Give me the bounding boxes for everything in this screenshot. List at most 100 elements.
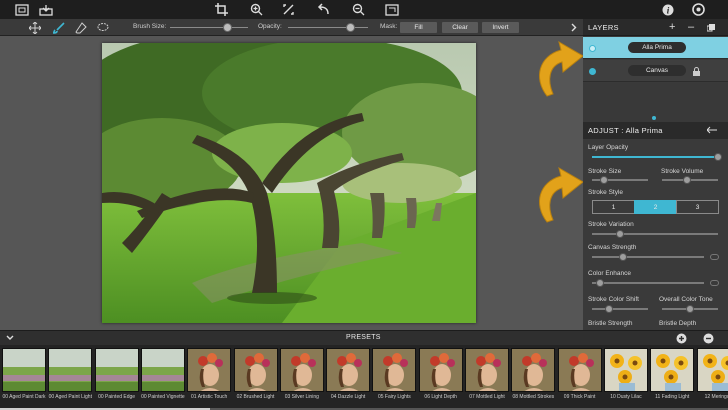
layer-visibility-dot[interactable] — [589, 68, 596, 75]
stroke-volume-knob[interactable] — [683, 176, 692, 184]
canvas-strength-knob[interactable] — [619, 253, 628, 261]
stroke-variation-knob[interactable] — [615, 230, 624, 238]
canvas-area — [0, 36, 584, 330]
panel-divider-handle[interactable] — [652, 116, 656, 120]
stroke-size-knob[interactable] — [600, 176, 609, 184]
link-toggle-icon[interactable] — [710, 280, 719, 286]
crop-icon[interactable] — [213, 2, 229, 17]
stroke-color-shift-knob[interactable] — [604, 305, 613, 313]
layers-header: LAYERS + – — [583, 19, 728, 36]
right-panel: LAYERS + – Alla Prima Canvas ADJUST : Al… — [583, 19, 728, 330]
preset-thumbnail[interactable] — [603, 348, 648, 392]
preset-thumbnail[interactable] — [233, 348, 278, 392]
painted-image[interactable] — [102, 43, 476, 323]
preset-thumbnail[interactable] — [187, 348, 232, 392]
duplicate-layer-icon[interactable] — [707, 24, 715, 32]
brush-size-slider-knob[interactable] — [222, 23, 232, 32]
annotation-arrow-adjust — [539, 166, 584, 223]
invert-mask-button[interactable]: Invert — [482, 22, 519, 33]
info-icon[interactable]: i — [660, 2, 676, 17]
preset-item[interactable]: 08 Mottled Strokes — [511, 348, 556, 410]
layer-opacity-knob[interactable] — [714, 153, 722, 161]
chevron-down-icon[interactable] — [6, 335, 14, 341]
layer-visibility-dot[interactable] — [589, 45, 596, 52]
preset-label: 03 Silver Lining — [284, 394, 319, 400]
brush-size-slider-track[interactable] — [170, 27, 248, 28]
overall-color-tone-knob[interactable] — [686, 305, 694, 313]
stroke-variation-track[interactable] — [592, 233, 718, 235]
stroke-style-option-2[interactable]: 2 — [634, 200, 677, 214]
preset-item[interactable]: 11 Fading Light — [650, 348, 695, 410]
preset-item[interactable]: 12 Meringue — [696, 348, 728, 410]
preset-thumbnail[interactable] — [94, 348, 139, 392]
layer-row-alla-prima[interactable]: Alla Prima — [583, 37, 728, 59]
preset-thumbnail[interactable] — [511, 348, 556, 392]
preset-item[interactable]: 03 Silver Lining — [279, 348, 324, 410]
color-enhance-knob[interactable] — [595, 279, 604, 287]
presets-strip: 00 Aged Paint Dark 00 Aged Paint Light 00 … — [0, 345, 728, 410]
adjust-header: ADJUST : Alla Prima — [583, 122, 728, 139]
preset-thumbnail[interactable] — [696, 348, 728, 392]
preset-thumbnail[interactable] — [48, 348, 93, 392]
preset-item[interactable]: 02 Brushed Light — [233, 348, 278, 410]
fit-screen-icon[interactable] — [384, 2, 400, 17]
opacity-slider-knob[interactable] — [346, 23, 356, 32]
save-icon[interactable] — [38, 2, 54, 17]
remove-layer-icon[interactable]: – — [688, 21, 694, 33]
remove-preset-icon[interactable] — [703, 333, 714, 344]
preset-thumbnail[interactable] — [557, 348, 602, 392]
preset-thumbnail[interactable] — [140, 348, 185, 392]
clear-mask-button[interactable]: Clear — [442, 22, 478, 33]
preset-label: 08 Mottled Strokes — [512, 394, 555, 400]
preset-thumbnail[interactable] — [372, 348, 417, 392]
preset-item[interactable]: 09 Thick Paint — [557, 348, 602, 410]
lasso-tool-icon[interactable] — [96, 20, 110, 35]
adjust-options-icon[interactable] — [707, 126, 717, 135]
preset-thumbnail[interactable] — [326, 348, 371, 392]
stroke-color-shift-track[interactable] — [592, 308, 648, 310]
opacity-slider-track[interactable] — [288, 27, 368, 28]
preset-item[interactable]: 04 Dazzle Light — [326, 348, 371, 410]
move-tool-icon[interactable] — [28, 20, 42, 35]
preset-thumbnail[interactable] — [465, 348, 509, 392]
app-window: i Brush Size: Opacity: Mask: Fill Clear … — [0, 0, 728, 410]
preset-thumbnail[interactable] — [2, 348, 46, 392]
fit-icon[interactable] — [280, 2, 296, 17]
stroke-style-option-3[interactable]: 3 — [676, 200, 719, 214]
annotation-arrow-layers — [539, 40, 584, 97]
preset-label: 00 Painted Vignette — [141, 394, 185, 400]
brush-tool-icon[interactable] — [52, 20, 66, 35]
link-toggle-icon[interactable] — [710, 254, 719, 260]
preset-label: 04 Dazzle Light — [330, 394, 366, 400]
layer-opacity-label: Layer Opacity — [588, 144, 629, 151]
eraser-tool-icon[interactable] — [74, 20, 88, 35]
top-toolbar: i — [0, 0, 728, 19]
preset-item[interactable]: 00 Painted Edge — [94, 348, 139, 410]
add-preset-icon[interactable] — [676, 333, 687, 344]
preset-thumbnail[interactable] — [418, 348, 463, 392]
chevron-right-icon[interactable] — [570, 20, 578, 35]
add-layer-icon[interactable]: + — [669, 21, 675, 33]
preset-item[interactable]: 00 Painted Vignette — [140, 348, 185, 410]
preset-item[interactable]: 00 Aged Paint Light — [48, 348, 93, 410]
preset-thumbnail[interactable] — [279, 348, 324, 392]
preset-item[interactable]: 00 Aged Paint Dark — [2, 348, 46, 410]
preset-item[interactable]: 10 Dusty Lilac — [603, 348, 648, 410]
zoom-out-icon[interactable] — [350, 2, 366, 17]
undo-icon[interactable] — [315, 2, 331, 17]
preset-item[interactable]: 06 Light Depth — [418, 348, 463, 410]
layer-row-canvas[interactable]: Canvas — [583, 60, 728, 82]
preset-item[interactable]: 01 Artistic Touch — [187, 348, 232, 410]
color-enhance-track[interactable] — [592, 282, 704, 284]
settings-icon[interactable] — [690, 2, 706, 17]
preset-label: 02 Brushed Light — [236, 394, 275, 400]
fill-mask-button[interactable]: Fill — [400, 22, 437, 33]
preset-thumbnail[interactable] — [650, 348, 695, 392]
stroke-style-option-1[interactable]: 1 — [592, 200, 635, 214]
preset-item[interactable]: 07 Mottled Light — [465, 348, 509, 410]
preset-label: 09 Thick Paint — [563, 394, 596, 400]
zoom-in-icon[interactable] — [248, 2, 264, 17]
preset-item[interactable]: 05 Fairy Lights — [372, 348, 417, 410]
gallery-icon[interactable] — [14, 2, 30, 17]
canvas-strength-track[interactable] — [592, 256, 704, 258]
